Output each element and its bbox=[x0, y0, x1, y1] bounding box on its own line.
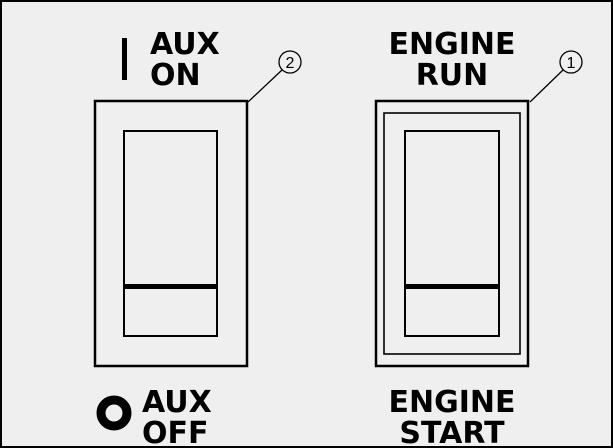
bar-icon bbox=[122, 38, 127, 80]
aux-off-label-line1: AUX bbox=[142, 385, 212, 420]
aux-on-label-line2: ON bbox=[150, 58, 201, 93]
engine-run-label-line2: RUN bbox=[416, 58, 489, 93]
aux-off-label-line2: OFF bbox=[142, 416, 209, 448]
engine-switch-rocker-edge bbox=[405, 284, 499, 289]
aux-switch-rocker-edge bbox=[124, 284, 217, 289]
switch-panel: AUX ON 2 AUX OFF ENGINE RUN 1 ENGINE STA… bbox=[0, 0, 613, 448]
engine-start-label-line1: ENGINE bbox=[389, 385, 516, 420]
engine-start-label-line2: START bbox=[399, 416, 505, 448]
engine-run-label-line1: ENGINE bbox=[389, 27, 516, 62]
callout-2-number: 2 bbox=[286, 55, 295, 72]
aux-on-label-line1: AUX bbox=[150, 27, 220, 62]
callout-1-number: 1 bbox=[567, 55, 576, 72]
